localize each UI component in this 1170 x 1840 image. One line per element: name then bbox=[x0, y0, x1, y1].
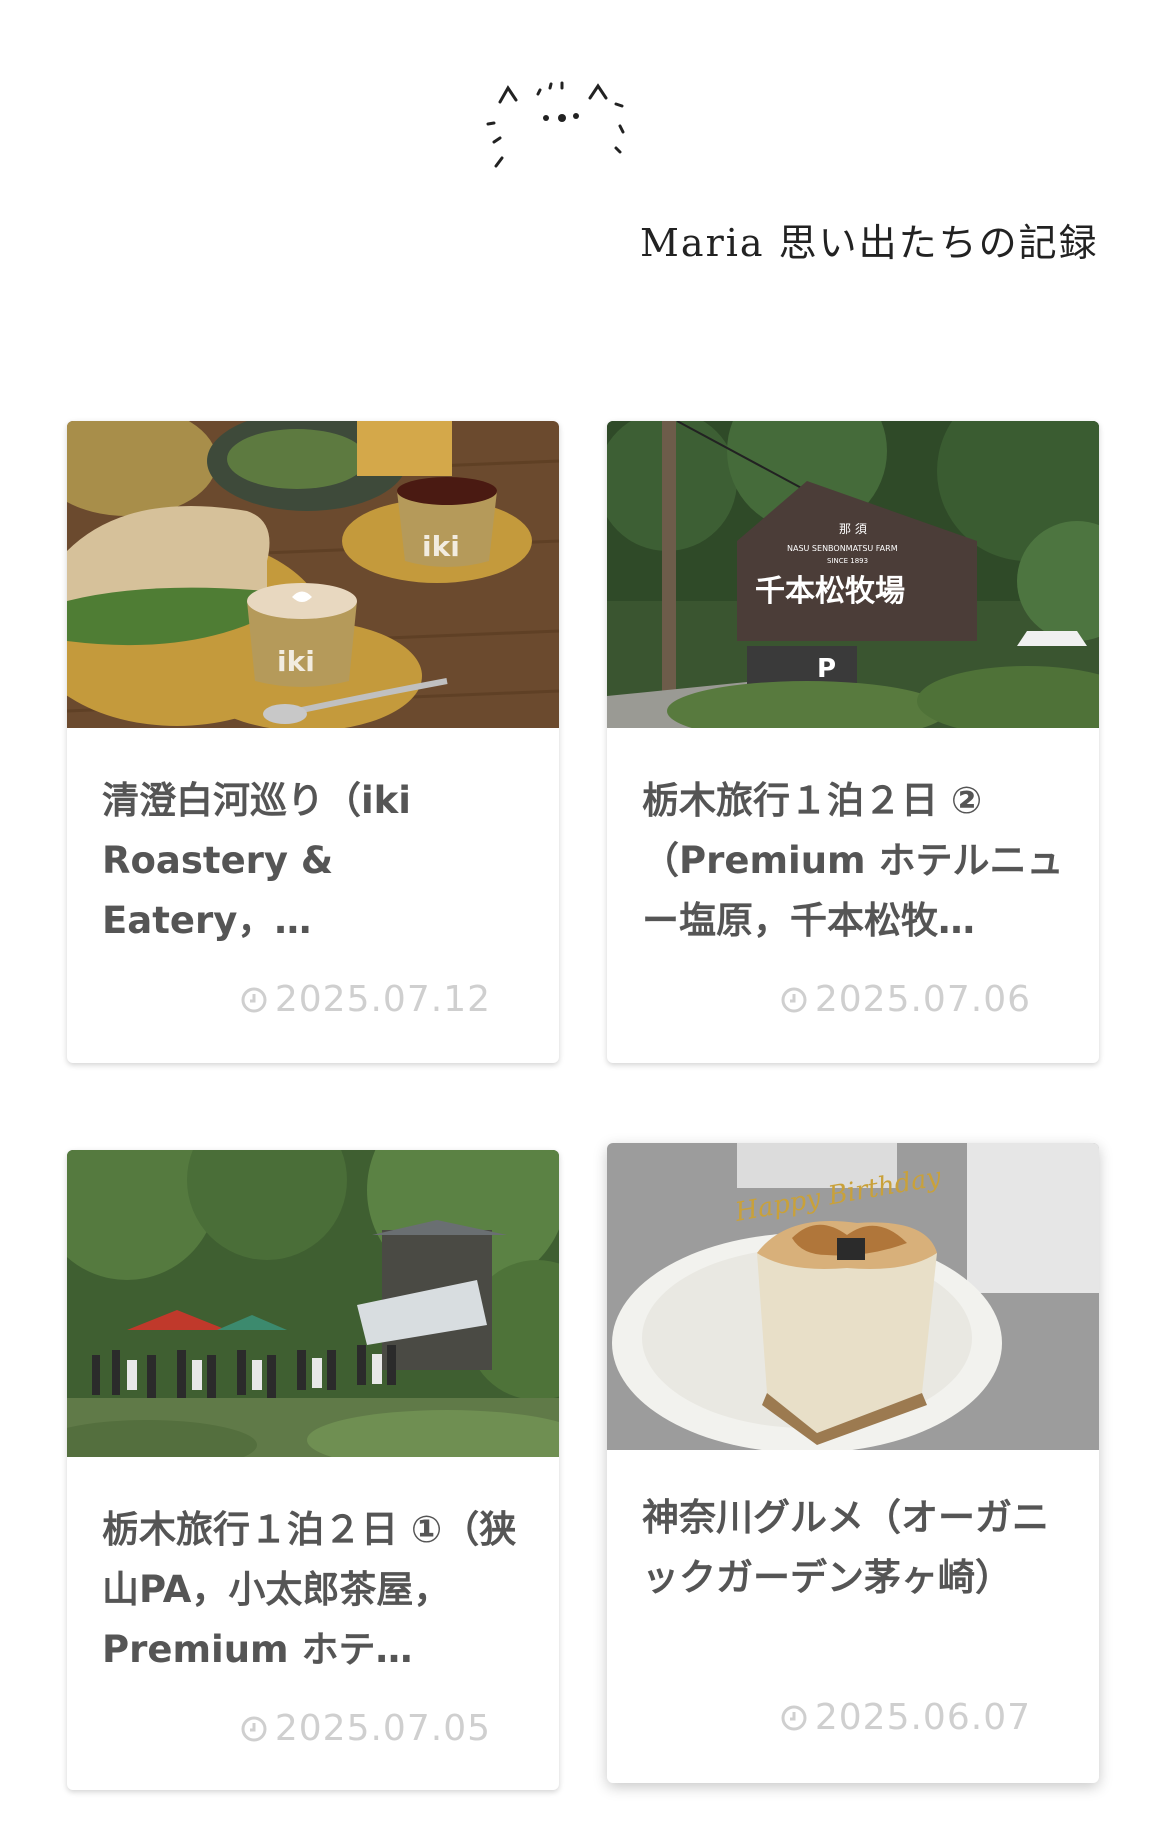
clock-icon bbox=[781, 987, 807, 1012]
post-date-text: 2025.07.12 bbox=[274, 979, 491, 1020]
cat-doodle-icon[interactable] bbox=[480, 80, 640, 210]
post-thumbnail[interactable]: 那 須 NASU SENBONMATSU FARM SINCE 1893 千本松… bbox=[607, 421, 1099, 728]
svg-text:iki: iki bbox=[277, 645, 315, 678]
post-date: 2025.07.12 bbox=[241, 979, 491, 1020]
parking-sign-text: P bbox=[817, 654, 836, 684]
post-date: 2025.07.06 bbox=[781, 979, 1031, 1020]
post-date-text: 2025.07.06 bbox=[814, 979, 1031, 1020]
post-date: 2025.06.07 bbox=[781, 1697, 1031, 1738]
post-title[interactable]: 神奈川グルメ（オーガニックガーデン茅ヶ崎） bbox=[642, 1488, 1067, 1608]
post-title[interactable]: 栃木旅行１泊２日 ①（狭山PA，小太郎茶屋，Premium ホテ… bbox=[102, 1500, 527, 1680]
post-title[interactable]: 清澄白河巡り（iki Roastery & Eatery，… bbox=[102, 771, 527, 951]
clock-icon bbox=[781, 1705, 807, 1730]
post-date-text: 2025.06.07 bbox=[814, 1697, 1031, 1738]
post-card[interactable]: 那 須 NASU SENBONMATSU FARM SINCE 1893 千本松… bbox=[607, 421, 1099, 1063]
site-header: Maria 思い出たちの記録 bbox=[0, 0, 1170, 330]
post-card[interactable]: Happy Birthday 神奈川グルメ（オーガニックガーデン茅ヶ崎） 202… bbox=[607, 1143, 1099, 1783]
farm-sign-since-text: SINCE 1893 bbox=[827, 557, 868, 565]
farm-sign-sub-text: NASU SENBONMATSU FARM bbox=[787, 544, 898, 553]
post-thumbnail[interactable]: Happy Birthday bbox=[607, 1143, 1099, 1450]
farm-sign-main-text: 千本松牧場 bbox=[755, 574, 905, 609]
post-card[interactable]: 栃木旅行１泊２日 ①（狭山PA，小太郎茶屋，Premium ホテ… 2025.0… bbox=[67, 1150, 559, 1790]
farm-sign-small-text: 那 須 bbox=[839, 522, 867, 536]
post-title[interactable]: 栃木旅行１泊２日 ②（Premium ホテルニュー塩原，千本松牧… bbox=[642, 771, 1067, 951]
post-date-text: 2025.07.05 bbox=[274, 1708, 491, 1749]
post-card[interactable]: iki iki 清澄白河巡り（iki Roastery & Eatery，… 2… bbox=[67, 421, 559, 1063]
post-thumbnail[interactable] bbox=[67, 1150, 559, 1457]
svg-text:iki: iki bbox=[422, 530, 460, 563]
post-date: 2025.07.05 bbox=[241, 1708, 491, 1749]
clock-icon bbox=[241, 1716, 267, 1741]
post-thumbnail[interactable]: iki iki bbox=[67, 421, 559, 728]
clock-icon bbox=[241, 987, 267, 1012]
site-title[interactable]: Maria 思い出たちの記録 bbox=[640, 212, 1099, 267]
